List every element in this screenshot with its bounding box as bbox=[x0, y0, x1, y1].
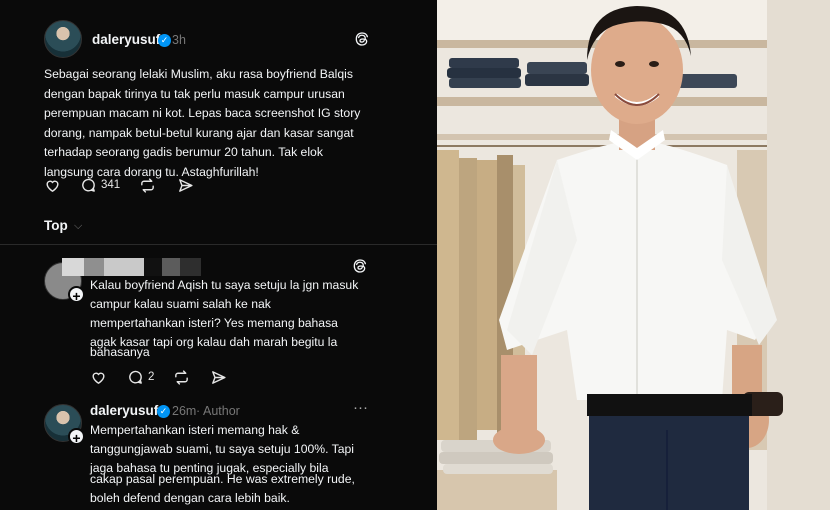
separator-dot: · bbox=[196, 404, 201, 418]
threads-screenshot: daleryusuf ✓ 3h Sebagai seorang lelaki M… bbox=[0, 0, 437, 510]
post-username[interactable]: daleryusuf bbox=[92, 32, 160, 47]
post-text-line: Sebagai seorang lelaki Muslim, aku rasa … bbox=[44, 67, 353, 81]
threads-logo-icon bbox=[355, 32, 368, 46]
comment-text-line: mempertahankan isteri? Yes memang bahasa bbox=[90, 316, 338, 330]
like-button[interactable] bbox=[90, 368, 107, 386]
reply-text-line: cakap pasal perempuan. He was extremely … bbox=[90, 472, 355, 486]
repost-button[interactable] bbox=[139, 176, 156, 194]
post-text-line: terhadap seorang gadis berumur 20 tahun.… bbox=[44, 145, 323, 160]
reply-count: 2 bbox=[148, 371, 155, 383]
verified-badge-icon: ✓ bbox=[157, 405, 170, 418]
comment-text-line: Kalau boyfriend Aqish tu saya setuju la … bbox=[90, 278, 359, 292]
reply-text-line: Mempertahankan isteri memang hak & bbox=[90, 423, 300, 437]
post-text-line: dengan bapak tirinya tu tak perlu masuk … bbox=[44, 86, 345, 101]
comment-icon bbox=[82, 178, 95, 192]
post-text-line: dorang, nampak betul-betul kurang ajar d… bbox=[44, 125, 354, 140]
comment-text-line: campur kalau suami salah ke nak bbox=[90, 297, 271, 311]
avatar[interactable]: + bbox=[44, 404, 85, 446]
reply-count: 341 bbox=[101, 179, 121, 191]
post-time: 3h bbox=[172, 33, 186, 47]
sort-label[interactable]: Top bbox=[44, 218, 68, 233]
reply-text-line: boleh defend dengan cara lebih baik. bbox=[90, 491, 290, 505]
heart-icon bbox=[46, 180, 59, 192]
reply-text-line: tanggungjawab suami, tu saya setuju 100%… bbox=[90, 442, 355, 456]
follow-plus-icon[interactable]: + bbox=[68, 428, 85, 446]
share-icon bbox=[212, 370, 226, 384]
comment-button[interactable]: 341 bbox=[80, 176, 120, 194]
post-text-line: perempuan macam ni kot. Lepas baca scree… bbox=[44, 106, 361, 121]
like-button[interactable] bbox=[44, 176, 61, 194]
man-in-store-illustration bbox=[437, 0, 830, 510]
reply-time: 26m bbox=[172, 404, 197, 418]
avatar[interactable] bbox=[44, 20, 82, 58]
comment-text-line: bahasanya bbox=[90, 345, 150, 359]
divider bbox=[0, 244, 437, 245]
repost-button[interactable] bbox=[173, 368, 190, 386]
more-icon[interactable]: ··· bbox=[353, 399, 368, 416]
share-button[interactable] bbox=[210, 368, 227, 386]
repost-icon bbox=[141, 177, 154, 193]
chevron-down-icon[interactable]: ⌵ bbox=[74, 220, 82, 233]
share-button[interactable] bbox=[177, 176, 194, 194]
author-badge: Author bbox=[203, 404, 240, 418]
repost-icon bbox=[175, 369, 188, 385]
heart-icon bbox=[92, 372, 105, 384]
verified-badge-icon: ✓ bbox=[158, 34, 171, 47]
comment-button[interactable]: 2 bbox=[127, 368, 154, 386]
threads-logo-icon bbox=[353, 259, 366, 273]
share-icon bbox=[179, 178, 193, 192]
portrait-photo bbox=[437, 0, 830, 510]
comment-icon bbox=[129, 370, 142, 384]
follow-plus-icon[interactable]: + bbox=[68, 286, 85, 304]
reply-username[interactable]: daleryusuf bbox=[90, 403, 158, 418]
